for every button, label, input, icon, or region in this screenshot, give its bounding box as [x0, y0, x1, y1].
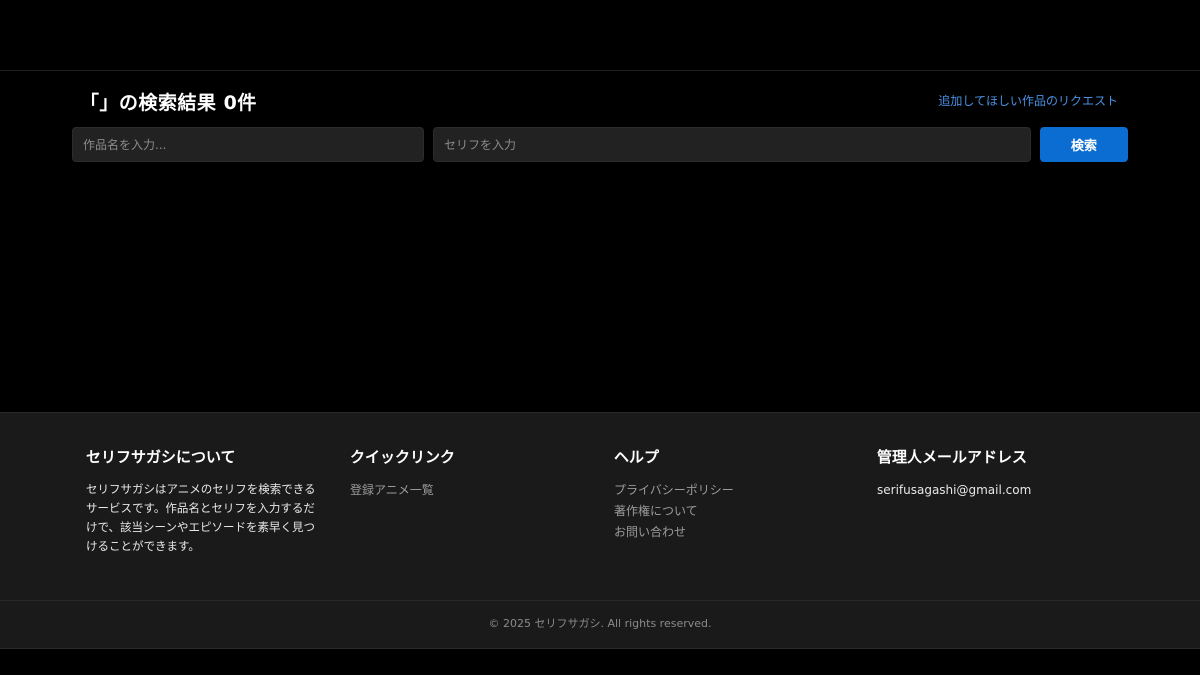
- footer-help-heading: ヘルプ: [614, 448, 660, 466]
- footer: セリフサガシについて セリフサガシはアニメのセリフを検索できるサービスです。作品…: [0, 412, 1200, 649]
- search-form: 検索: [72, 127, 1128, 162]
- search-result-title: 「」の検索結果 0件: [80, 92, 257, 114]
- footer-contact-heading: 管理人メールアドレス: [877, 448, 1028, 466]
- search-button[interactable]: 検索: [1040, 127, 1128, 162]
- footer-about-text: セリフサガシはアニメのセリフを検索できるサービスです。作品名とセリフを入力するだ…: [86, 482, 316, 553]
- work-title-input[interactable]: [72, 127, 424, 162]
- line-input[interactable]: [433, 127, 1031, 162]
- footer-about-heading: セリフサガシについて: [86, 448, 236, 466]
- footer-quick-links-heading: クイックリンク: [350, 448, 456, 466]
- footer-link-contact[interactable]: お問い合わせ: [614, 522, 734, 543]
- footer-copyright: © 2025 セリフサガシ. All rights reserved.: [0, 600, 1200, 649]
- admin-email: serifusagashi@gmail.com: [877, 483, 1032, 497]
- footer-link-privacy-policy[interactable]: プライバシーポリシー: [614, 480, 734, 501]
- request-work-link[interactable]: 追加してほしい作品のリクエスト: [938, 92, 1118, 109]
- footer-link-anime-list[interactable]: 登録アニメ一覧: [350, 480, 455, 501]
- footer-link-copyright[interactable]: 著作権について: [614, 501, 734, 522]
- top-header-bar: [0, 0, 1200, 71]
- main-content: 「」の検索結果 0件 追加してほしい作品のリクエスト 検索: [0, 71, 1200, 412]
- footer-quick-links-section: クイックリンク 登録アニメ一覧: [350, 446, 455, 501]
- footer-help-section: ヘルプ プライバシーポリシー 著作権について お問い合わせ: [614, 446, 734, 543]
- footer-contact-section: 管理人メールアドレス serifusagashi@gmail.com: [877, 446, 1031, 501]
- footer-about-section: セリフサガシについて セリフサガシはアニメのセリフを検索できるサービスです。作品…: [86, 446, 322, 556]
